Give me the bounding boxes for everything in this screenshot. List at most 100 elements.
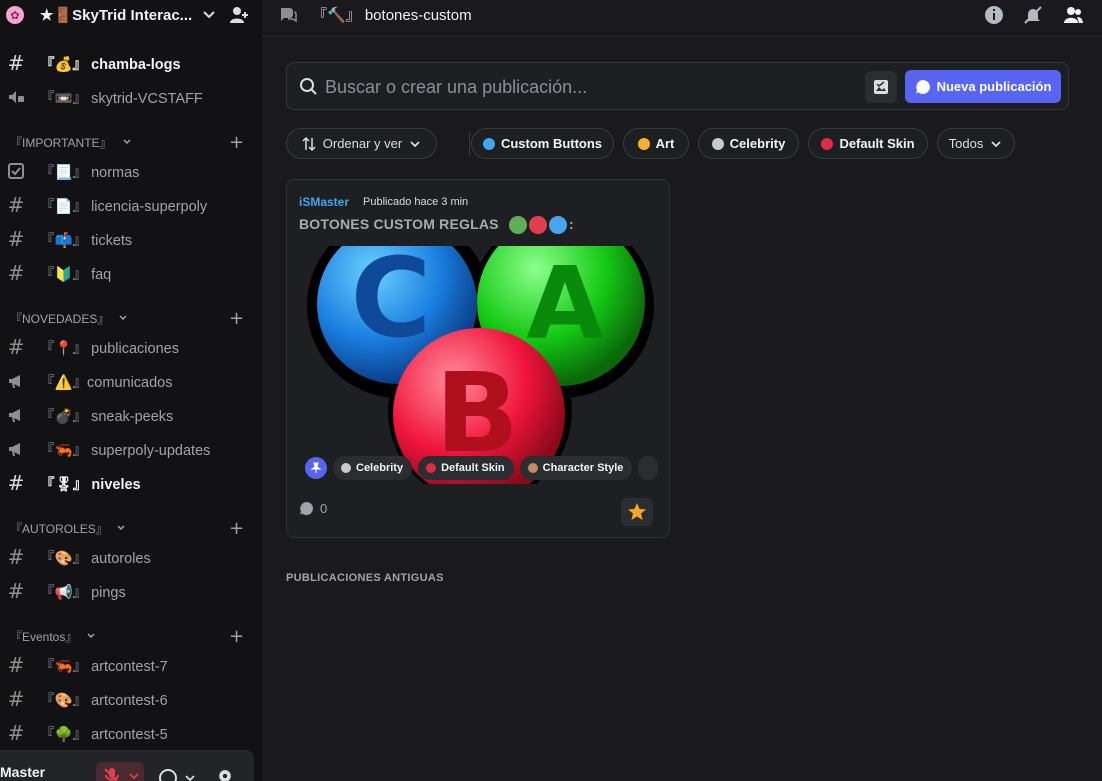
green-circle-icon — [509, 216, 527, 234]
search-input[interactable] — [325, 73, 845, 101]
server-name[interactable]: ★🚪SkyTrid Interac... — [40, 6, 200, 24]
chevron-down-icon — [87, 633, 95, 639]
user-panel: Master — [0, 750, 254, 781]
channel-sidebar: ✿ ★🚪SkyTrid Interac... # 『💰』 chamba-logs… — [0, 0, 262, 781]
chevron-down-icon — [129, 773, 139, 780]
channel-artcontest-6[interactable]: # 『🎨』 artcontest-6 — [0, 684, 262, 714]
tag-filter-default-skin[interactable]: Default Skin — [808, 128, 928, 159]
comment-icon — [299, 501, 313, 516]
tag-label: Art — [655, 136, 675, 151]
comment-count: 0 — [299, 501, 327, 516]
tag-label: Default Skin — [839, 136, 915, 151]
mic-muted-icon — [104, 768, 119, 781]
channel-tickets[interactable]: # 『📫』 tickets — [0, 224, 262, 254]
server-header[interactable]: ✿ ★🚪SkyTrid Interac... — [0, 0, 262, 30]
tag-filter-celebrity[interactable]: Celebrity — [698, 128, 799, 159]
channel-name: 『🎨』 autoroles — [40, 550, 151, 567]
post-tag-celebrity[interactable]: Celebrity — [333, 456, 413, 480]
channel-topbar: 『🔨』 botones-custom — [262, 0, 1102, 30]
media-toggle-button[interactable] — [865, 71, 897, 103]
headset-icon[interactable] — [156, 768, 196, 781]
channel-chamba-logs[interactable]: # 『💰』 chamba-logs — [0, 48, 262, 78]
pin-icon — [305, 457, 327, 479]
info-icon[interactable] — [983, 4, 1005, 26]
channel-pings[interactable]: # 『📢』 pings — [0, 576, 262, 606]
channel-niveles[interactable]: # 『🎖』 niveles — [0, 468, 262, 498]
hash-icon: # — [7, 545, 25, 569]
chevron-down-icon — [123, 139, 131, 145]
all-tags-dropdown[interactable]: Todos — [937, 128, 1015, 159]
channel-title: 『🔨』 botones-custom — [312, 7, 472, 24]
title-emoji-dots: : — [509, 216, 574, 234]
add-channel-icon[interactable]: + — [229, 626, 244, 647]
channel-name: 『📫』 tickets — [40, 232, 133, 249]
mute-button[interactable] — [96, 762, 144, 781]
tag-icon — [711, 137, 724, 150]
hash-icon: # — [7, 471, 25, 495]
add-channel-icon[interactable]: + — [229, 132, 244, 153]
hash-icon: # — [7, 261, 25, 285]
gear-icon[interactable] — [214, 768, 236, 781]
tag-icon — [527, 463, 538, 473]
category-eventos[interactable]: 『Eventos』 + — [0, 624, 262, 648]
tag-label: Default Skin — [441, 462, 505, 474]
new-post-button[interactable]: Nueva publicación — [905, 70, 1061, 103]
channel-skytrid-vcstaff[interactable]: 『📼』 skytrid-VCSTAFF — [0, 82, 262, 112]
channel-licencia-superpoly[interactable]: # 『📄』 licencia-superpoly — [0, 190, 262, 220]
channel-sneak-peeks[interactable]: 『💣』 sneak-peeks — [0, 400, 262, 430]
tag-label: Character Style — [542, 462, 624, 474]
category-novedades[interactable]: 『NOVEDADES』 + — [0, 306, 262, 330]
channel-comunicados[interactable]: 『⚠️』comunicados — [0, 366, 262, 396]
post-tag-default-skin[interactable]: Default Skin — [418, 456, 514, 480]
category-importante[interactable]: 『IMPORTANTE』 + — [0, 130, 262, 154]
channel-name: 『🎖』 niveles — [40, 476, 141, 493]
hash-icon: # — [7, 687, 25, 711]
hash-icon: # — [7, 193, 25, 217]
forum-main: 『🔨』 botones-custom Nueva publicación Ord… — [262, 0, 1102, 781]
all-tags-label: Todos — [948, 136, 984, 151]
channel-normas[interactable]: 『📃』 normas — [0, 156, 262, 186]
hash-icon: # — [7, 721, 25, 745]
notifications-muted-icon[interactable] — [1022, 4, 1044, 26]
chevron-down-icon[interactable] — [200, 6, 218, 24]
sort-icon — [302, 136, 316, 151]
chevron-down-icon — [117, 525, 125, 531]
tag-icon — [426, 463, 437, 473]
add-channel-icon[interactable]: + — [229, 308, 244, 329]
search-icon — [300, 78, 317, 95]
user-name[interactable]: Master — [0, 764, 45, 780]
post-thumbnail[interactable]: C A B — [307, 246, 655, 484]
category-label: 『IMPORTANTE』 — [10, 135, 112, 150]
category-autoroles[interactable]: 『AUTOROLES』 + — [0, 516, 262, 540]
channel-publicaciones[interactable]: # 『📍』 publicaciones — [0, 332, 262, 362]
channel-artcontest-7[interactable]: # 『🦐』 artcontest-7 — [0, 650, 262, 680]
post-card[interactable]: iSMaster Publicado hace 3 min BOTONES CU… — [286, 179, 670, 538]
channel-faq[interactable]: # 『🔰』 faq — [0, 258, 262, 288]
channel-name: 『📼』 skytrid-VCSTAFF — [40, 90, 203, 107]
tag-label: Celebrity — [729, 136, 786, 151]
post-timestamp: Publicado hace 3 min — [363, 196, 469, 208]
category-label: 『NOVEDADES』 — [10, 311, 110, 326]
tag-icon — [637, 137, 650, 150]
image-letter-a: A — [526, 246, 603, 362]
tag-filter-art[interactable]: Art — [623, 128, 689, 159]
post-tag-character-style[interactable]: Character Style — [519, 456, 633, 480]
channel-name: 『🎨』 artcontest-6 — [40, 692, 168, 709]
react-star-button[interactable] — [621, 498, 653, 526]
image-letter-c: C — [351, 246, 432, 362]
add-member-icon[interactable] — [228, 4, 250, 26]
channel-superpoly-updates[interactable]: 『🦐』 superpoly-updates — [0, 434, 262, 464]
forum-icon — [281, 8, 297, 23]
sort-view-button[interactable]: Ordenar y ver — [286, 128, 437, 159]
channel-name: 『🌳』 artcontest-5 — [40, 726, 168, 743]
channel-autoroles[interactable]: # 『🎨』 autoroles — [0, 542, 262, 572]
post-author[interactable]: iSMaster — [299, 195, 349, 209]
add-channel-icon[interactable]: + — [229, 518, 244, 539]
channel-artcontest-5[interactable]: # 『🌳』 artcontest-5 — [0, 718, 262, 748]
server-icon[interactable]: ✿ — [6, 6, 24, 24]
channel-name: 『🦐』 artcontest-7 — [40, 658, 168, 675]
cab-buttons-image: C A B — [307, 246, 655, 484]
tag-filter-custom-buttons[interactable]: Custom Buttons — [471, 128, 614, 159]
post-title[interactable]: BOTONES CUSTOM REGLAS — [299, 216, 499, 232]
member-list-icon[interactable] — [1062, 4, 1084, 26]
